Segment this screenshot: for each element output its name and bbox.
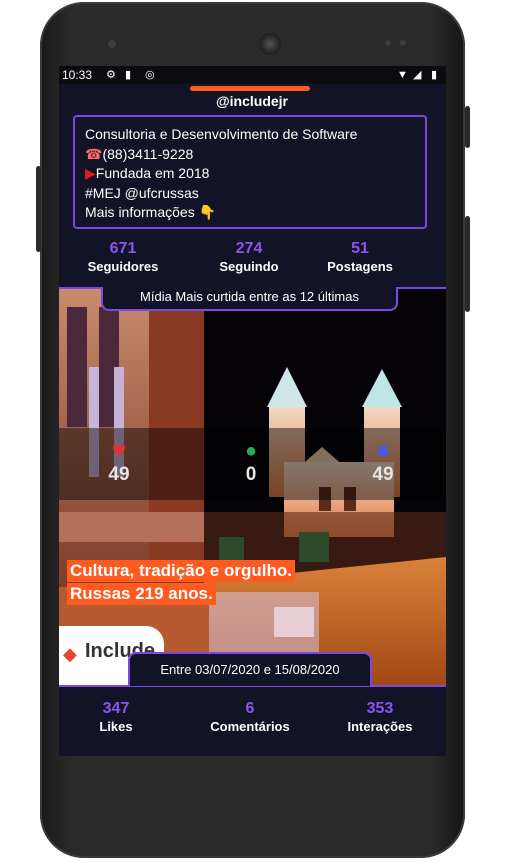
chat-bubble-icon: ● [244,440,258,462]
sd-card-icon: ▮ [125,69,132,81]
media-section-title: Mídia Mais curtida entre as 12 últimas [101,287,398,311]
interactions-count: 49 [372,464,394,485]
date-range-label: Entre 03/07/2020 e 15/08/2020 [128,652,372,686]
posts-stat[interactable]: 51 Postagens [305,240,415,276]
signal-icon: ◢ [413,69,422,81]
include-logo-icon: ◆ [63,644,77,665]
power-button [36,166,41,252]
stat-value: 347 [102,700,130,717]
likes-count: 49 [108,464,130,485]
comments-count: 0 [245,464,257,485]
profile-handle: @includejr [205,92,299,111]
data-saver-icon: ◎ [145,69,155,81]
bio-line: Consultoria e Desenvolvimento de Softwar… [85,125,415,145]
volume-down-button [465,216,470,312]
wifi-icon: ▼ [397,69,408,81]
stat-label: Interações [347,719,413,734]
status-bar: 10:33 ⚙ ▮ ◎ ▼ ◢ ▮ [59,66,446,84]
bio-line: ☎(88)3411-9228 [85,145,415,165]
stat-label: Seguidores [87,259,159,274]
stat-value: 353 [366,700,394,717]
comments-metric: ● 0 [221,438,281,486]
settings-icon: ⚙ [106,69,116,81]
stat-value: 6 [245,700,255,717]
battery-icon: ▮ [431,69,438,81]
post-caption-line-1: Cultura, tradição e orgulho. [67,560,295,582]
bio-line: #MEJ @ufcrussas [85,184,415,204]
front-camera [108,40,116,48]
heart-icon: ♥ [111,437,127,464]
earpiece-speaker [259,33,281,55]
volume-up-button [465,106,470,148]
sensor [400,40,406,46]
likes-metric: ♥ 49 [89,438,149,486]
sensor [385,40,391,46]
stat-label: Comentários [210,719,290,734]
bio-text: Fundada em 2018 [95,165,210,181]
app-screen: 10:33 ⚙ ▮ ◎ ▼ ◢ ▮ @includejr Consultoria… [59,66,446,756]
bio-text: #MEJ @ufcrussas [85,184,199,201]
period-likes-stat: 347 Likes [61,700,171,736]
interactions-metric: ■ 49 [353,438,413,486]
telephone-icon: ☎ [85,145,103,162]
stat-label: Likes [99,719,133,734]
bio-text: Mais informações 👇 [85,204,217,220]
bio-line: ▶Fundada em 2018 [85,164,415,184]
bio-text: Consultoria e Desenvolvimento de Softwar… [85,126,358,142]
period-comments-stat: 6 Comentários [195,700,305,736]
red-flag-icon: ▶ [85,165,96,181]
stat-value: 274 [235,240,263,257]
interactions-icon: ■ [376,440,390,462]
header-accent-bar [190,86,310,91]
bio-line: Mais informações 👇 [85,203,415,223]
stat-label: Seguindo [219,259,279,274]
following-stat[interactable]: 274 Seguindo [194,240,304,276]
profile-bio-box: Consultoria e Desenvolvimento de Softwar… [73,115,427,229]
status-time: 10:33 [62,68,93,82]
period-interactions-stat: 353 Interações [325,700,435,736]
bio-text: (88)3411-9228 [102,145,194,162]
stat-label: Postagens [327,259,393,274]
stat-value: 51 [351,240,369,257]
post-caption-line-2: Russas 219 anos. [67,583,216,605]
media-metrics-overlay: ♥ 49 ● 0 ■ 49 [59,428,446,500]
followers-stat[interactable]: 671 Seguidores [68,240,178,276]
stat-value: 671 [109,240,137,257]
